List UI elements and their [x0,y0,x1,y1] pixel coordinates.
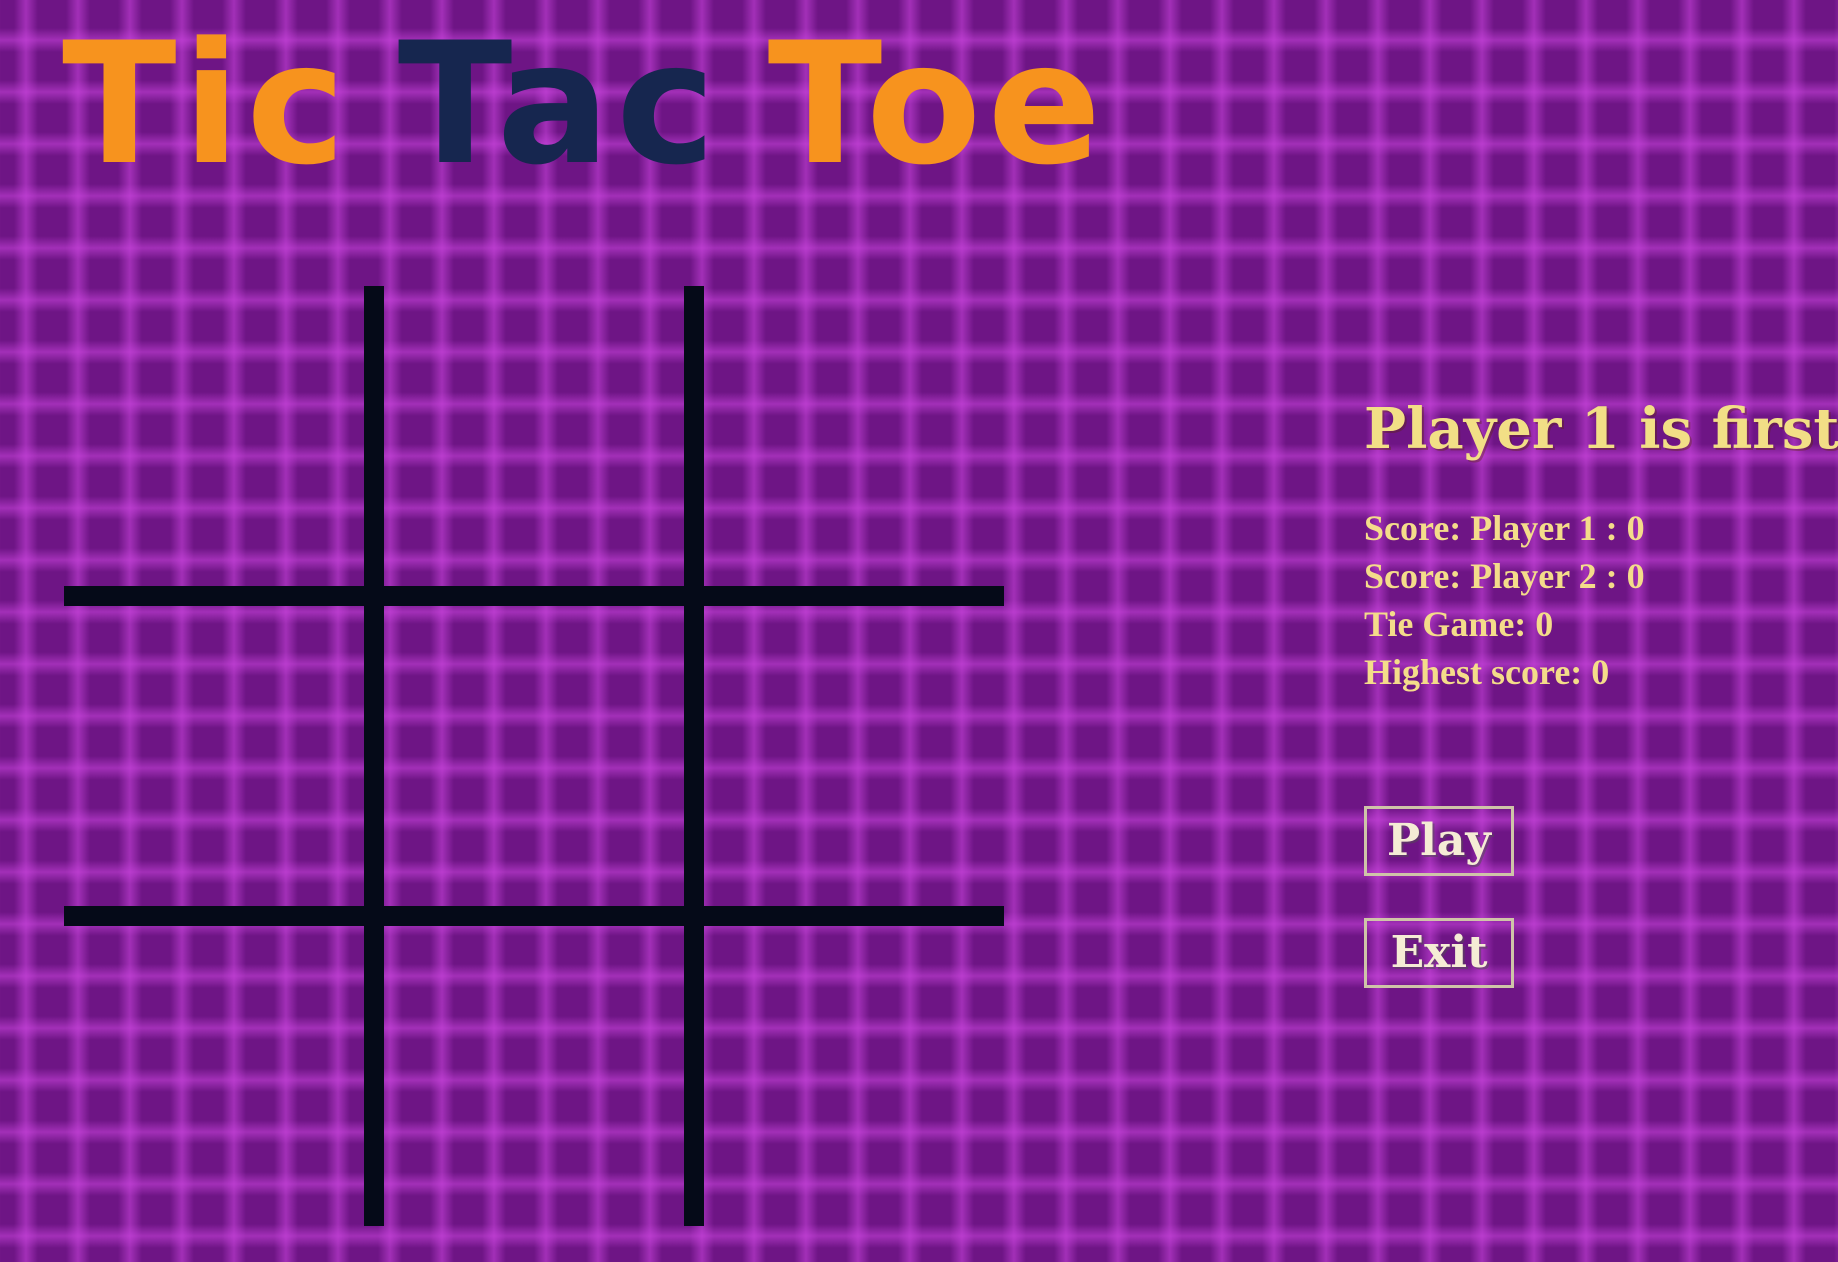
board-cell-3[interactable] [704,286,1004,586]
board-grid-line-horizontal-1 [64,586,1004,606]
title-word-tac: Tac [397,6,722,202]
scoreboard: Score: Player 1 : 0 Score: Player 2 : 0 … [1364,504,1838,696]
board-grid-line-vertical-1 [364,286,384,1226]
board-cell-6[interactable] [704,606,1004,906]
tie-game-count: Tie Game: 0 [1364,604,1554,644]
score-player-1: Score: Player 1 : 0 [1364,508,1645,548]
board-cell-4[interactable] [64,606,364,906]
highest-score: Highest score: 0 [1364,652,1610,692]
info-panel: Player 1 is first Score: Player 1 : 0 Sc… [1364,396,1838,988]
board-cell-5[interactable] [384,606,684,906]
board-cell-2[interactable] [384,286,684,586]
game-title: Tic Tac Toe [62,20,1107,188]
exit-button[interactable]: Exit [1364,918,1514,988]
game-board [64,286,1004,1226]
title-word-tic: Tic [62,6,352,202]
board-cell-9[interactable] [704,926,1004,1226]
board-grid-line-vertical-2 [684,286,704,1226]
board-cell-7[interactable] [64,926,364,1226]
title-word-toe: Toe [767,6,1108,202]
board-cell-8[interactable] [384,926,684,1226]
board-grid-line-horizontal-2 [64,906,1004,926]
play-button[interactable]: Play [1364,806,1514,876]
turn-status: Player 1 is first [1364,396,1838,462]
score-player-2: Score: Player 2 : 0 [1364,556,1645,596]
board-cell-1[interactable] [64,286,364,586]
